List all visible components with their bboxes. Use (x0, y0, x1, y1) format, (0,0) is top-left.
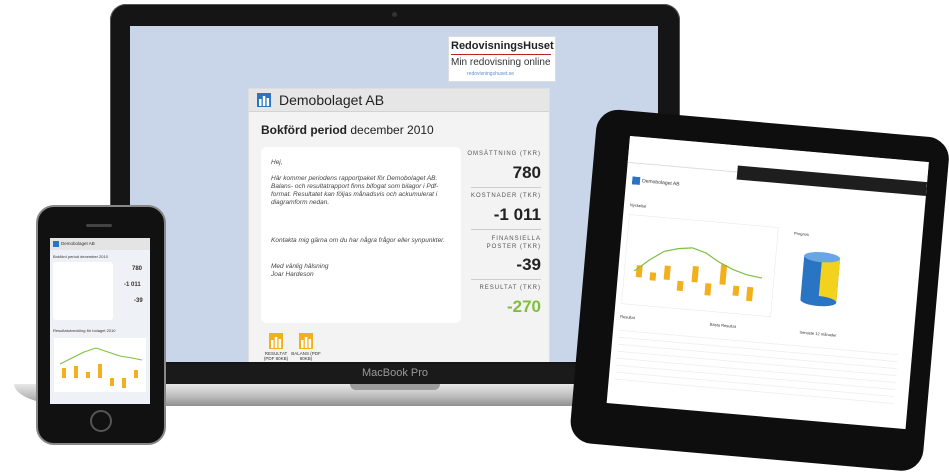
tablet-forecast-cylinder (800, 251, 841, 307)
kpi-value-costs: -1 011 (493, 205, 541, 224)
result-pdf-link[interactable]: RESULTAT (PDF 80KB) (261, 351, 291, 361)
kpi-divider (471, 229, 541, 230)
tablet-screen: Demobolaget AB Nyckeltal Prognos Resulta… (606, 136, 929, 430)
kpi-label-result: RESULTAT (TKR) (479, 285, 541, 291)
phone-home-button[interactable] (90, 410, 112, 432)
tablet-section: Bästa Resultat (709, 321, 737, 329)
logo-subtitle: Min redovisning online (451, 57, 551, 68)
company-name: Demobolaget AB (279, 92, 385, 108)
tablet-section: Senaste 12 månader (799, 329, 837, 338)
letter-box: Hej, Här kommer periodens rapportpaket f… (261, 147, 461, 323)
period-heading: Bokförd period december 2010 (261, 123, 434, 137)
tablet-section: Nyckeltal (629, 202, 647, 209)
laptop-screen: RedovisningsHuset Min redovisning online… (130, 26, 658, 362)
kpi-divider (471, 279, 541, 280)
card-header: Demobolaget AB (249, 89, 549, 112)
company-logo[interactable]: RedovisningsHuset Min redovisning online… (448, 36, 556, 82)
balance-pdf-icon[interactable] (299, 333, 313, 349)
letter-signature: Joar Hardeson (271, 271, 314, 278)
bar-chart-icon (53, 241, 59, 247)
logo-divider (451, 54, 551, 55)
phone-chart-title: Resultatutveckling för bolaget 2010 (53, 328, 116, 333)
phone-period: Bokförd period december 2010 (53, 254, 108, 259)
kpi-value-revenue: 780 (512, 163, 541, 182)
tablet-section: Prognos (793, 230, 810, 237)
phone-speaker (86, 224, 112, 227)
phone-kpi: -39 (134, 298, 143, 304)
kpi-divider (471, 187, 541, 188)
logo-url: redovisningshuset.se (467, 71, 514, 77)
phone-chart (54, 338, 146, 392)
logo-title: RedovisningsHuset (451, 40, 554, 52)
tablet-section: Resultat (620, 313, 636, 321)
period-value: december 2010 (350, 123, 434, 137)
letter-contact: Kontakta mig gärna om du har några frågo… (271, 237, 445, 244)
tablet-tables (614, 323, 899, 408)
letter-closing: Med vänlig hälsning (271, 263, 329, 270)
letter-body: Här kommer periodens rapportpaket för De… (271, 175, 439, 206)
kpi-value-result: -270 (506, 297, 541, 316)
bar-chart-icon (631, 176, 641, 186)
camera-icon (392, 12, 397, 17)
kpi-label-financial: FINANSIELLA POSTER (TKR) (486, 236, 541, 250)
kpi-value-financial: -39 (516, 255, 541, 274)
phone-letter (53, 262, 113, 320)
phone-kpi: 780 (132, 266, 143, 272)
period-label: Bokförd period (261, 123, 347, 137)
kpi-label-revenue: OMSÄTTNING (TKR) (467, 151, 541, 157)
laptop-notch (350, 384, 440, 390)
balance-pdf-link[interactable]: BALANS (PDF 80KB) (291, 351, 321, 361)
kpi-label-costs: KOSTNADER (TKR) (470, 193, 541, 199)
phone-screen: Demobolaget AB Bokförd period december 2… (50, 238, 150, 404)
letter-greeting: Hej, (271, 159, 283, 166)
report-card: Demobolaget AB Bokförd period december 2… (248, 88, 550, 362)
tablet-result-chart (621, 214, 779, 317)
bar-chart-icon (257, 93, 271, 107)
result-pdf-icon[interactable] (269, 333, 283, 349)
tablet-company: Demobolaget AB (641, 178, 680, 188)
phone-company: Demobolaget AB (61, 241, 95, 246)
phone-kpi: -1 011 (124, 282, 141, 288)
